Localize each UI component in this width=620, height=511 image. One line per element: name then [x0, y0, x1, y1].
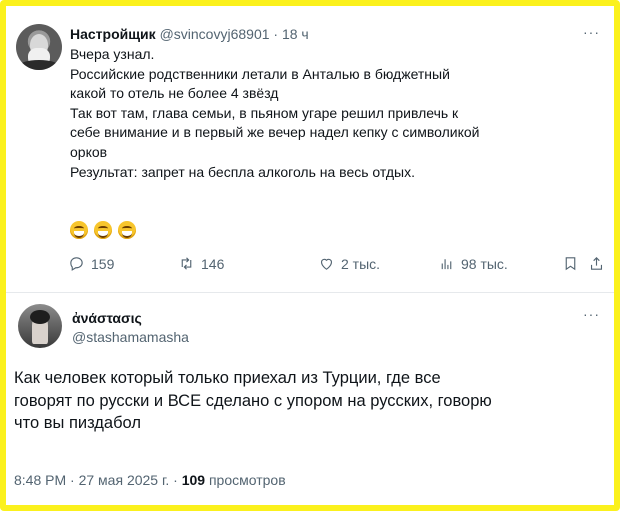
tweet-text: Как человек который только приехал из Ту… [14, 367, 609, 435]
views-total: 109 [181, 472, 206, 488]
author-name[interactable]: ἀνάστασις [72, 309, 142, 327]
share-button[interactable] [588, 255, 605, 272]
reply-button[interactable]: 159 [68, 255, 114, 272]
tweet-line: какой то отель не более 4 звёзд [70, 85, 279, 102]
separator: · [66, 472, 79, 488]
like-count: 2 тыс. [341, 255, 381, 272]
reply-count: 159 [91, 255, 115, 272]
grinning-face-icon [118, 221, 136, 239]
reply-icon [70, 257, 83, 271]
avatar[interactable] [18, 304, 62, 348]
emoji-row [70, 221, 136, 239]
bookmark-button[interactable] [562, 255, 579, 272]
repost-count: 146 [201, 255, 225, 272]
tweet-line: орков [70, 143, 108, 160]
heart-icon [320, 258, 333, 270]
like-button[interactable]: 2 тыс. [318, 255, 380, 272]
tweet-line: Российские родственники летали в Анталью… [70, 65, 450, 82]
separator: · [269, 26, 282, 42]
author-handle[interactable]: @stashamamasha [72, 328, 189, 346]
tweet-line: себе внимание и в первый же вечер надел … [70, 124, 480, 141]
action-bar: 159 146 2 тыс. 98 тыс. [68, 255, 608, 275]
author-handle[interactable]: @svincovyj68901 [160, 26, 270, 42]
tweet-line: что вы пиздабол [14, 414, 141, 432]
post-date[interactable]: 27 мая 2025 г. [79, 472, 170, 488]
more-options-icon[interactable]: ··· [583, 306, 600, 322]
tweet-line: Так вот там, глава семьи, в пьяном угаре… [70, 104, 459, 121]
tweet-header: Настройщик @svincovyj68901 · 18 ч [70, 25, 309, 43]
more-options-icon[interactable]: ··· [583, 24, 600, 40]
views-label: просмотров [205, 472, 286, 488]
screenshot-content: Настройщик @svincovyj68901 · 18 ч ··· Вч… [6, 6, 614, 505]
tweet-line: Как человек который только приехал из Ту… [14, 369, 441, 387]
separator: · [169, 472, 182, 488]
grinning-face-icon [94, 221, 112, 239]
post-time[interactable]: 8:48 PM [14, 472, 66, 488]
tweet-line: говорят по русски и ВСЕ сделано с упором… [14, 391, 492, 410]
tweet-footer: 8:48 PM · 27 мая 2025 г. · 109 просмотро… [14, 472, 286, 488]
avatar[interactable] [16, 24, 62, 70]
tweet-line: Результат: запрет на беспла алкоголь на … [70, 163, 415, 180]
author-name[interactable]: Настройщик [70, 26, 156, 42]
repost-icon [181, 257, 192, 270]
repost-button[interactable]: 146 [178, 255, 224, 272]
analytics-icon [441, 259, 452, 270]
tweet-line: Вчера узнал. [70, 46, 155, 62]
views-button[interactable]: 98 тыс. [438, 255, 508, 272]
tweet-text: Вчера узнал. Российские родственники лет… [70, 45, 590, 182]
timestamp[interactable]: 18 ч [282, 26, 309, 42]
share-icon [590, 257, 603, 270]
views-count: 98 тыс. [461, 255, 508, 272]
divider [6, 292, 614, 293]
grinning-face-icon [70, 221, 88, 239]
bookmark-icon [565, 257, 576, 271]
